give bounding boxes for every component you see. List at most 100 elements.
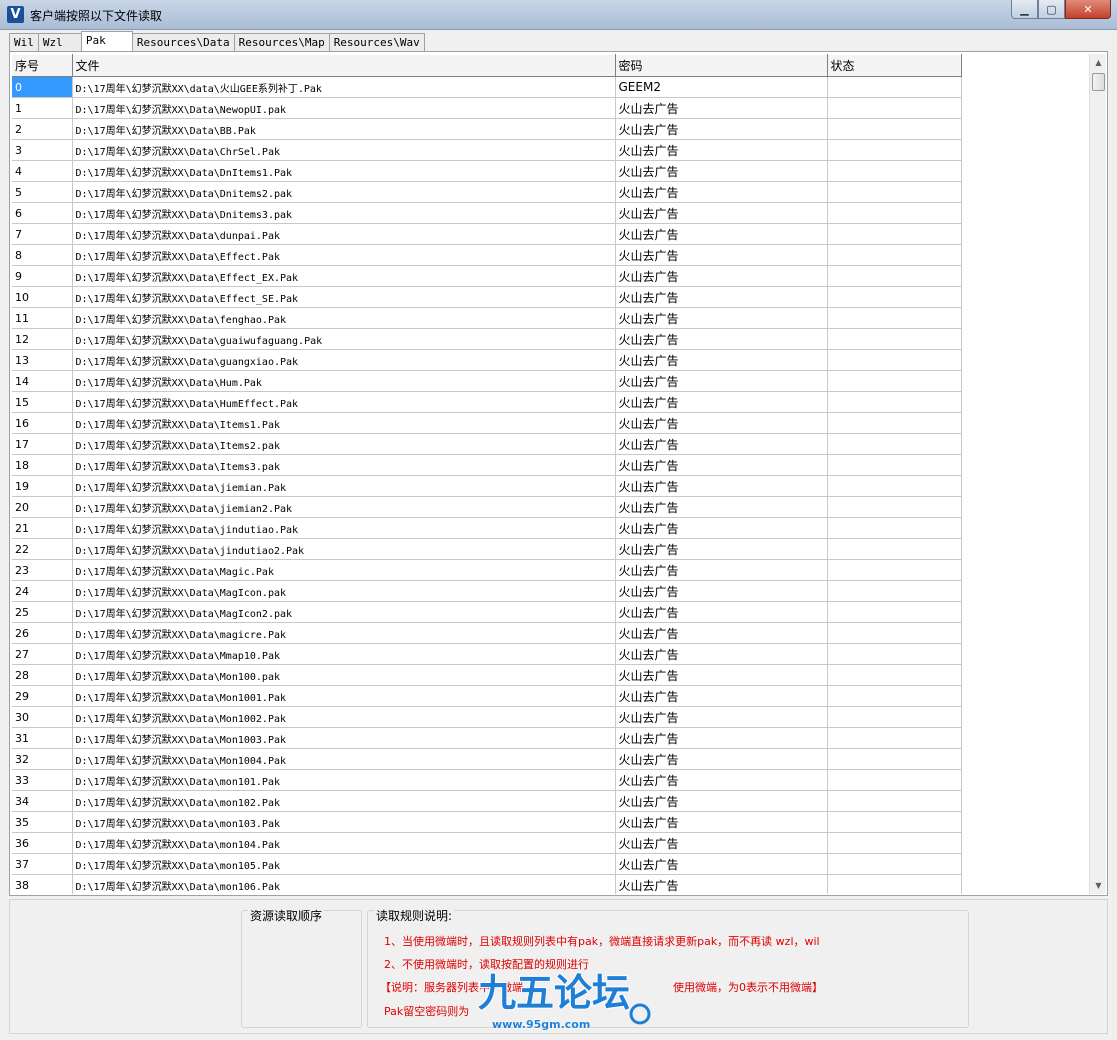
row-index-cell[interactable]: 29: [12, 685, 73, 707]
row-status-cell[interactable]: [827, 391, 962, 413]
tab-resources-data[interactable]: Resources\Data: [131, 33, 235, 51]
row-status-cell[interactable]: [827, 286, 962, 308]
row-index-cell[interactable]: 20: [12, 496, 73, 518]
tab-wzl[interactable]: Wzl: [37, 33, 82, 51]
row-password-cell[interactable]: 火山去广告: [615, 496, 828, 518]
row-status-cell[interactable]: [827, 685, 962, 707]
row-password-cell[interactable]: 火山去广告: [615, 454, 828, 476]
row-status-cell[interactable]: [827, 496, 962, 518]
row-status-cell[interactable]: [827, 118, 962, 140]
row-file-cell[interactable]: D:\17周年\幻梦沉默XX\Data\guaiwufaguang.Pak: [72, 328, 616, 350]
row-file-cell[interactable]: D:\17周年\幻梦沉默XX\Data\Effect_SE.Pak: [72, 286, 616, 308]
table-row[interactable]: 8 D:\17周年\幻梦沉默XX\Data\Effect.Pak 火山去广告: [12, 244, 962, 266]
row-status-cell[interactable]: [827, 454, 962, 476]
row-file-cell[interactable]: D:\17周年\幻梦沉默XX\Data\mon104.Pak: [72, 832, 616, 854]
row-password-cell[interactable]: 火山去广告: [615, 559, 828, 581]
row-index-cell[interactable]: 8: [12, 244, 73, 266]
row-index-cell[interactable]: 22: [12, 538, 73, 560]
row-status-cell[interactable]: [827, 874, 962, 894]
row-file-cell[interactable]: D:\17周年\幻梦沉默XX\Data\HumEffect.Pak: [72, 391, 616, 413]
row-file-cell[interactable]: D:\17周年\幻梦沉默XX\Data\jindutiao.Pak: [72, 517, 616, 539]
row-file-cell[interactable]: D:\17周年\幻梦沉默XX\Data\Mon100.pak: [72, 664, 616, 686]
table-row[interactable]: 14 D:\17周年\幻梦沉默XX\Data\Hum.Pak 火山去广告: [12, 370, 962, 392]
row-index-cell[interactable]: 4: [12, 160, 73, 182]
row-password-cell[interactable]: 火山去广告: [615, 349, 828, 371]
table-row[interactable]: 36 D:\17周年\幻梦沉默XX\Data\mon104.Pak 火山去广告: [12, 832, 962, 854]
row-password-cell[interactable]: 火山去广告: [615, 748, 828, 770]
row-index-cell[interactable]: 3: [12, 139, 73, 161]
row-index-cell[interactable]: 38: [12, 874, 73, 894]
scroll-down-icon[interactable]: ▼: [1090, 877, 1107, 894]
row-index-cell[interactable]: 25: [12, 601, 73, 623]
row-index-cell[interactable]: 5: [12, 181, 73, 203]
row-index-cell[interactable]: 14: [12, 370, 73, 392]
tab-wil[interactable]: Wil: [9, 33, 39, 51]
table-row[interactable]: 29 D:\17周年\幻梦沉默XX\Data\Mon1001.Pak 火山去广告: [12, 685, 962, 707]
row-index-cell[interactable]: 16: [12, 412, 73, 434]
row-file-cell[interactable]: D:\17周年\幻梦沉默XX\Data\Magic.Pak: [72, 559, 616, 581]
row-password-cell[interactable]: 火山去广告: [615, 139, 828, 161]
table-row[interactable]: 9 D:\17周年\幻梦沉默XX\Data\Effect_EX.Pak 火山去广告: [12, 265, 962, 287]
row-password-cell[interactable]: 火山去广告: [615, 244, 828, 266]
row-status-cell[interactable]: [827, 811, 962, 833]
table-row[interactable]: 3 D:\17周年\幻梦沉默XX\Data\ChrSel.Pak 火山去广告: [12, 139, 962, 161]
vertical-scrollbar[interactable]: ▲ ▼: [1089, 54, 1106, 894]
row-file-cell[interactable]: D:\17周年\幻梦沉默XX\Data\jiemian2.Pak: [72, 496, 616, 518]
table-row[interactable]: 20 D:\17周年\幻梦沉默XX\Data\jiemian2.Pak 火山去广告: [12, 496, 962, 518]
row-file-cell[interactable]: D:\17周年\幻梦沉默XX\Data\NewopUI.pak: [72, 97, 616, 119]
row-status-cell[interactable]: [827, 265, 962, 287]
table-row[interactable]: 38 D:\17周年\幻梦沉默XX\Data\mon106.Pak 火山去广告: [12, 874, 962, 894]
table-row[interactable]: 35 D:\17周年\幻梦沉默XX\Data\mon103.Pak 火山去广告: [12, 811, 962, 833]
table-row[interactable]: 16 D:\17周年\幻梦沉默XX\Data\Items1.Pak 火山去广告: [12, 412, 962, 434]
row-password-cell[interactable]: 火山去广告: [615, 328, 828, 350]
row-index-cell[interactable]: 21: [12, 517, 73, 539]
row-password-cell[interactable]: 火山去广告: [615, 832, 828, 854]
row-password-cell[interactable]: 火山去广告: [615, 727, 828, 749]
row-status-cell[interactable]: [827, 370, 962, 392]
row-status-cell[interactable]: [827, 580, 962, 602]
row-index-cell[interactable]: 11: [12, 307, 73, 329]
row-index-cell[interactable]: 31: [12, 727, 73, 749]
row-index-cell[interactable]: 36: [12, 832, 73, 854]
row-file-cell[interactable]: D:\17周年\幻梦沉默XX\Data\Mon1004.Pak: [72, 748, 616, 770]
row-file-cell[interactable]: D:\17周年\幻梦沉默XX\Data\BB.Pak: [72, 118, 616, 140]
row-index-cell[interactable]: 7: [12, 223, 73, 245]
table-row[interactable]: 6 D:\17周年\幻梦沉默XX\Data\Dnitems3.pak 火山去广告: [12, 202, 962, 224]
row-status-cell[interactable]: [827, 76, 962, 98]
table-row[interactable]: 37 D:\17周年\幻梦沉默XX\Data\mon105.Pak 火山去广告: [12, 853, 962, 875]
row-file-cell[interactable]: D:\17周年\幻梦沉默XX\Data\MagIcon.pak: [72, 580, 616, 602]
scroll-up-icon[interactable]: ▲: [1090, 54, 1107, 71]
row-password-cell[interactable]: 火山去广告: [615, 223, 828, 245]
row-status-cell[interactable]: [827, 244, 962, 266]
row-index-cell[interactable]: 6: [12, 202, 73, 224]
table-row[interactable]: 7 D:\17周年\幻梦沉默XX\Data\dunpai.Pak 火山去广告: [12, 223, 962, 245]
row-file-cell[interactable]: D:\17周年\幻梦沉默XX\data\火山GEE系列补丁.Pak: [72, 76, 616, 98]
row-index-cell[interactable]: 35: [12, 811, 73, 833]
row-password-cell[interactable]: 火山去广告: [615, 118, 828, 140]
table-row[interactable]: 26 D:\17周年\幻梦沉默XX\Data\magicre.Pak 火山去广告: [12, 622, 962, 644]
row-password-cell[interactable]: 火山去广告: [615, 811, 828, 833]
table-row[interactable]: 17 D:\17周年\幻梦沉默XX\Data\Items2.pak 火山去广告: [12, 433, 962, 455]
row-password-cell[interactable]: 火山去广告: [615, 622, 828, 644]
row-password-cell[interactable]: 火山去广告: [615, 181, 828, 203]
table-row[interactable]: 22 D:\17周年\幻梦沉默XX\Data\jindutiao2.Pak 火山去广…: [12, 538, 962, 560]
column-header-status[interactable]: 状态: [827, 54, 962, 77]
row-file-cell[interactable]: D:\17周年\幻梦沉默XX\Data\Mmap10.Pak: [72, 643, 616, 665]
row-index-cell[interactable]: 18: [12, 454, 73, 476]
row-status-cell[interactable]: [827, 727, 962, 749]
row-password-cell[interactable]: GEEM2: [615, 76, 828, 98]
table-row[interactable]: 1 D:\17周年\幻梦沉默XX\Data\NewopUI.pak 火山去广告: [12, 97, 962, 119]
row-password-cell[interactable]: 火山去广告: [615, 475, 828, 497]
row-status-cell[interactable]: [827, 139, 962, 161]
row-file-cell[interactable]: D:\17周年\幻梦沉默XX\Data\Effect.Pak: [72, 244, 616, 266]
row-password-cell[interactable]: 火山去广告: [615, 685, 828, 707]
column-header-index[interactable]: 序号: [12, 54, 73, 77]
maximize-button[interactable]: ▢: [1038, 0, 1065, 19]
row-file-cell[interactable]: D:\17周年\幻梦沉默XX\Data\magicre.Pak: [72, 622, 616, 644]
row-status-cell[interactable]: [827, 601, 962, 623]
row-password-cell[interactable]: 火山去广告: [615, 202, 828, 224]
row-password-cell[interactable]: 火山去广告: [615, 160, 828, 182]
row-index-cell[interactable]: 0: [12, 76, 73, 98]
row-password-cell[interactable]: 火山去广告: [615, 790, 828, 812]
row-file-cell[interactable]: D:\17周年\幻梦沉默XX\Data\Items1.Pak: [72, 412, 616, 434]
